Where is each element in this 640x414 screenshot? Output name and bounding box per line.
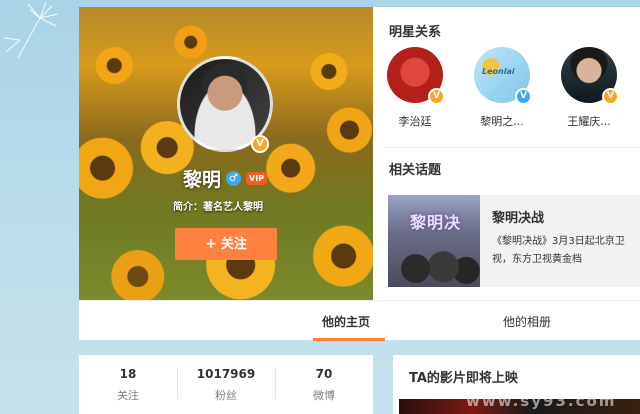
- relation-avatar: V: [561, 47, 619, 105]
- verified-badge-icon: V: [602, 88, 619, 105]
- stat-value: 1017969: [196, 367, 256, 381]
- relation-avatar: Leonlai V: [474, 47, 532, 105]
- vip-icon: VIP: [246, 172, 268, 185]
- profile-intro: 简介：著名艺人黎明: [173, 202, 263, 213]
- plus-icon: +: [205, 236, 217, 252]
- stat-weibo[interactable]: 70 微博: [275, 367, 373, 403]
- stat-followers[interactable]: 1017969 粉丝: [177, 367, 275, 403]
- right-info-panel: 明星关系 V 李治廷 Leonlai V 黎明之... V 王耀庆... 相关话…: [373, 7, 640, 300]
- stat-label: 粉丝: [215, 389, 237, 402]
- topic-image-text: 黎明决: [410, 213, 462, 232]
- profile-name-row: 黎明 ♂ VIP: [183, 165, 268, 192]
- verified-badge-icon: V: [251, 135, 269, 153]
- profile-name: 黎明: [183, 169, 222, 191]
- male-icon: ♂: [226, 171, 242, 186]
- topic-image: 黎明决: [388, 195, 480, 287]
- verified-badge-icon: V: [428, 88, 445, 105]
- follow-button-label: 关注: [220, 237, 247, 252]
- topic-card[interactable]: 黎明决 黎明决战 《黎明决战》3月3日起北京卫视，东方卫视黄金档: [388, 195, 640, 287]
- divider: [383, 147, 640, 148]
- relation-item[interactable]: V 李治廷: [383, 47, 447, 129]
- relation-name: 黎明之...: [480, 115, 524, 128]
- stat-label: 关注: [117, 389, 139, 402]
- relations-title: 明星关系: [389, 25, 442, 40]
- tab-album[interactable]: 他的相册: [503, 313, 551, 330]
- relation-item[interactable]: V 王耀庆...: [557, 47, 621, 129]
- stat-value: 70: [315, 367, 333, 381]
- profile-stats: 18 关注 1017969 粉丝 70 微博: [79, 355, 373, 414]
- relation-logo-text: Leonlai: [482, 67, 515, 76]
- topics-title: 相关话题: [389, 163, 442, 178]
- relation-item[interactable]: Leonlai V 黎明之...: [470, 47, 534, 129]
- stat-value: 18: [119, 367, 137, 381]
- films-title: TA的影片即将上映: [409, 371, 518, 386]
- relation-name: 李治廷: [398, 115, 432, 128]
- dandelion-decoration: [3, 1, 59, 59]
- profile-tabs: 他的主页 他的相册: [79, 300, 640, 341]
- verified-badge-icon: V: [515, 88, 532, 105]
- stat-label: 微博: [313, 389, 335, 402]
- relation-avatar: V: [387, 47, 445, 105]
- relation-name: 王耀庆...: [567, 115, 611, 128]
- watermark: www.sy93.com: [466, 392, 617, 410]
- stat-following[interactable]: 18 关注: [79, 367, 177, 403]
- topic-description: 《黎明决战》3月3日起北京卫视，东方卫视黄金档: [492, 236, 625, 265]
- tab-home[interactable]: 他的主页: [322, 313, 370, 330]
- active-tab-indicator: [313, 338, 385, 341]
- follow-button[interactable]: + 关注: [175, 228, 277, 260]
- topic-title[interactable]: 黎明决战: [492, 207, 544, 226]
